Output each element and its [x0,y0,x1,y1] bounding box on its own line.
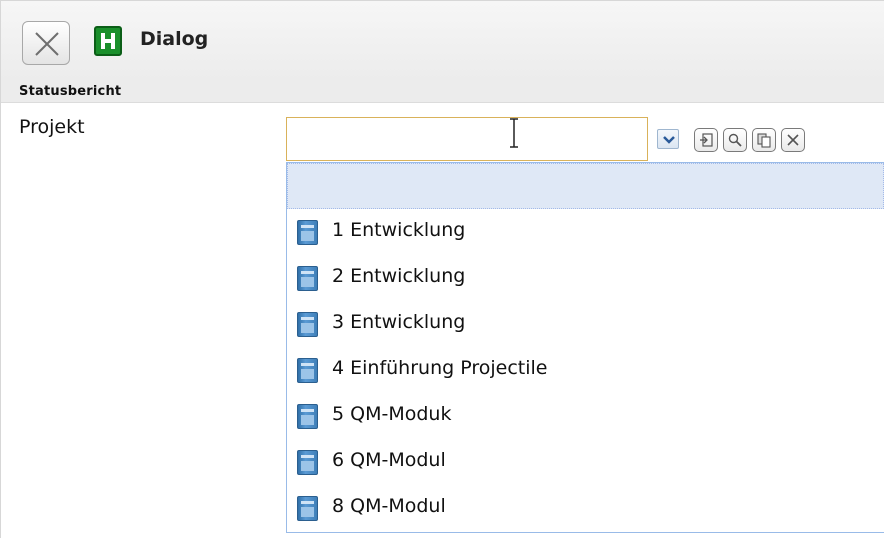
project-icon [297,358,318,383]
list-item-label: 1 Entwicklung [332,219,466,241]
open-button[interactable] [694,128,718,152]
list-item-label: 4 Einführung Projectile [332,357,548,379]
open-icon [700,133,713,147]
project-icon [297,220,318,245]
list-item-label: 5 QM-Moduk [332,403,452,425]
window-title: Dialog [140,28,209,50]
app-logo-icon [94,26,122,56]
chevron-down-icon [663,136,675,144]
copy-button[interactable] [752,128,776,152]
list-item-label: 6 QM-Modul [332,449,446,471]
copy-icon [757,133,771,148]
projekt-dropdown-list: 1 Entwicklung 2 Entwicklung 3 Entwicklun… [286,162,884,533]
project-icon [297,404,318,429]
section-header: Statusbericht [1,81,884,103]
search-button[interactable] [723,128,747,152]
list-item[interactable]: 6 QM-Modul [287,439,884,485]
list-item[interactable]: 1 Entwicklung [287,209,884,255]
projekt-input[interactable] [286,117,648,161]
project-icon [297,450,318,475]
dialog-window: Dialog Statusbericht Projekt 1 Entwicklu… [0,0,884,538]
clear-icon [787,134,799,146]
project-icon [297,312,318,337]
list-item-label: 8 QM-Modul [332,495,446,517]
list-item[interactable]: 8 QM-Modul [287,485,884,531]
text-cursor-icon [510,118,518,148]
clear-button[interactable] [781,128,805,152]
close-button[interactable] [22,21,70,65]
title-bar: Dialog [1,1,884,81]
projekt-label: Projekt [19,116,85,138]
search-icon [728,133,742,147]
close-icon [35,32,59,56]
list-item-label: 3 Entwicklung [332,311,466,333]
project-icon [297,496,318,521]
list-item-empty[interactable] [287,163,884,209]
list-item[interactable]: 5 QM-Moduk [287,393,884,439]
projekt-dropdown-toggle[interactable] [653,117,687,161]
list-item[interactable]: 2 Entwicklung [287,255,884,301]
project-icon [297,266,318,291]
list-item-label: 2 Entwicklung [332,265,466,287]
list-item[interactable]: 3 Entwicklung [287,301,884,347]
list-item[interactable]: 4 Einführung Projectile [287,347,884,393]
